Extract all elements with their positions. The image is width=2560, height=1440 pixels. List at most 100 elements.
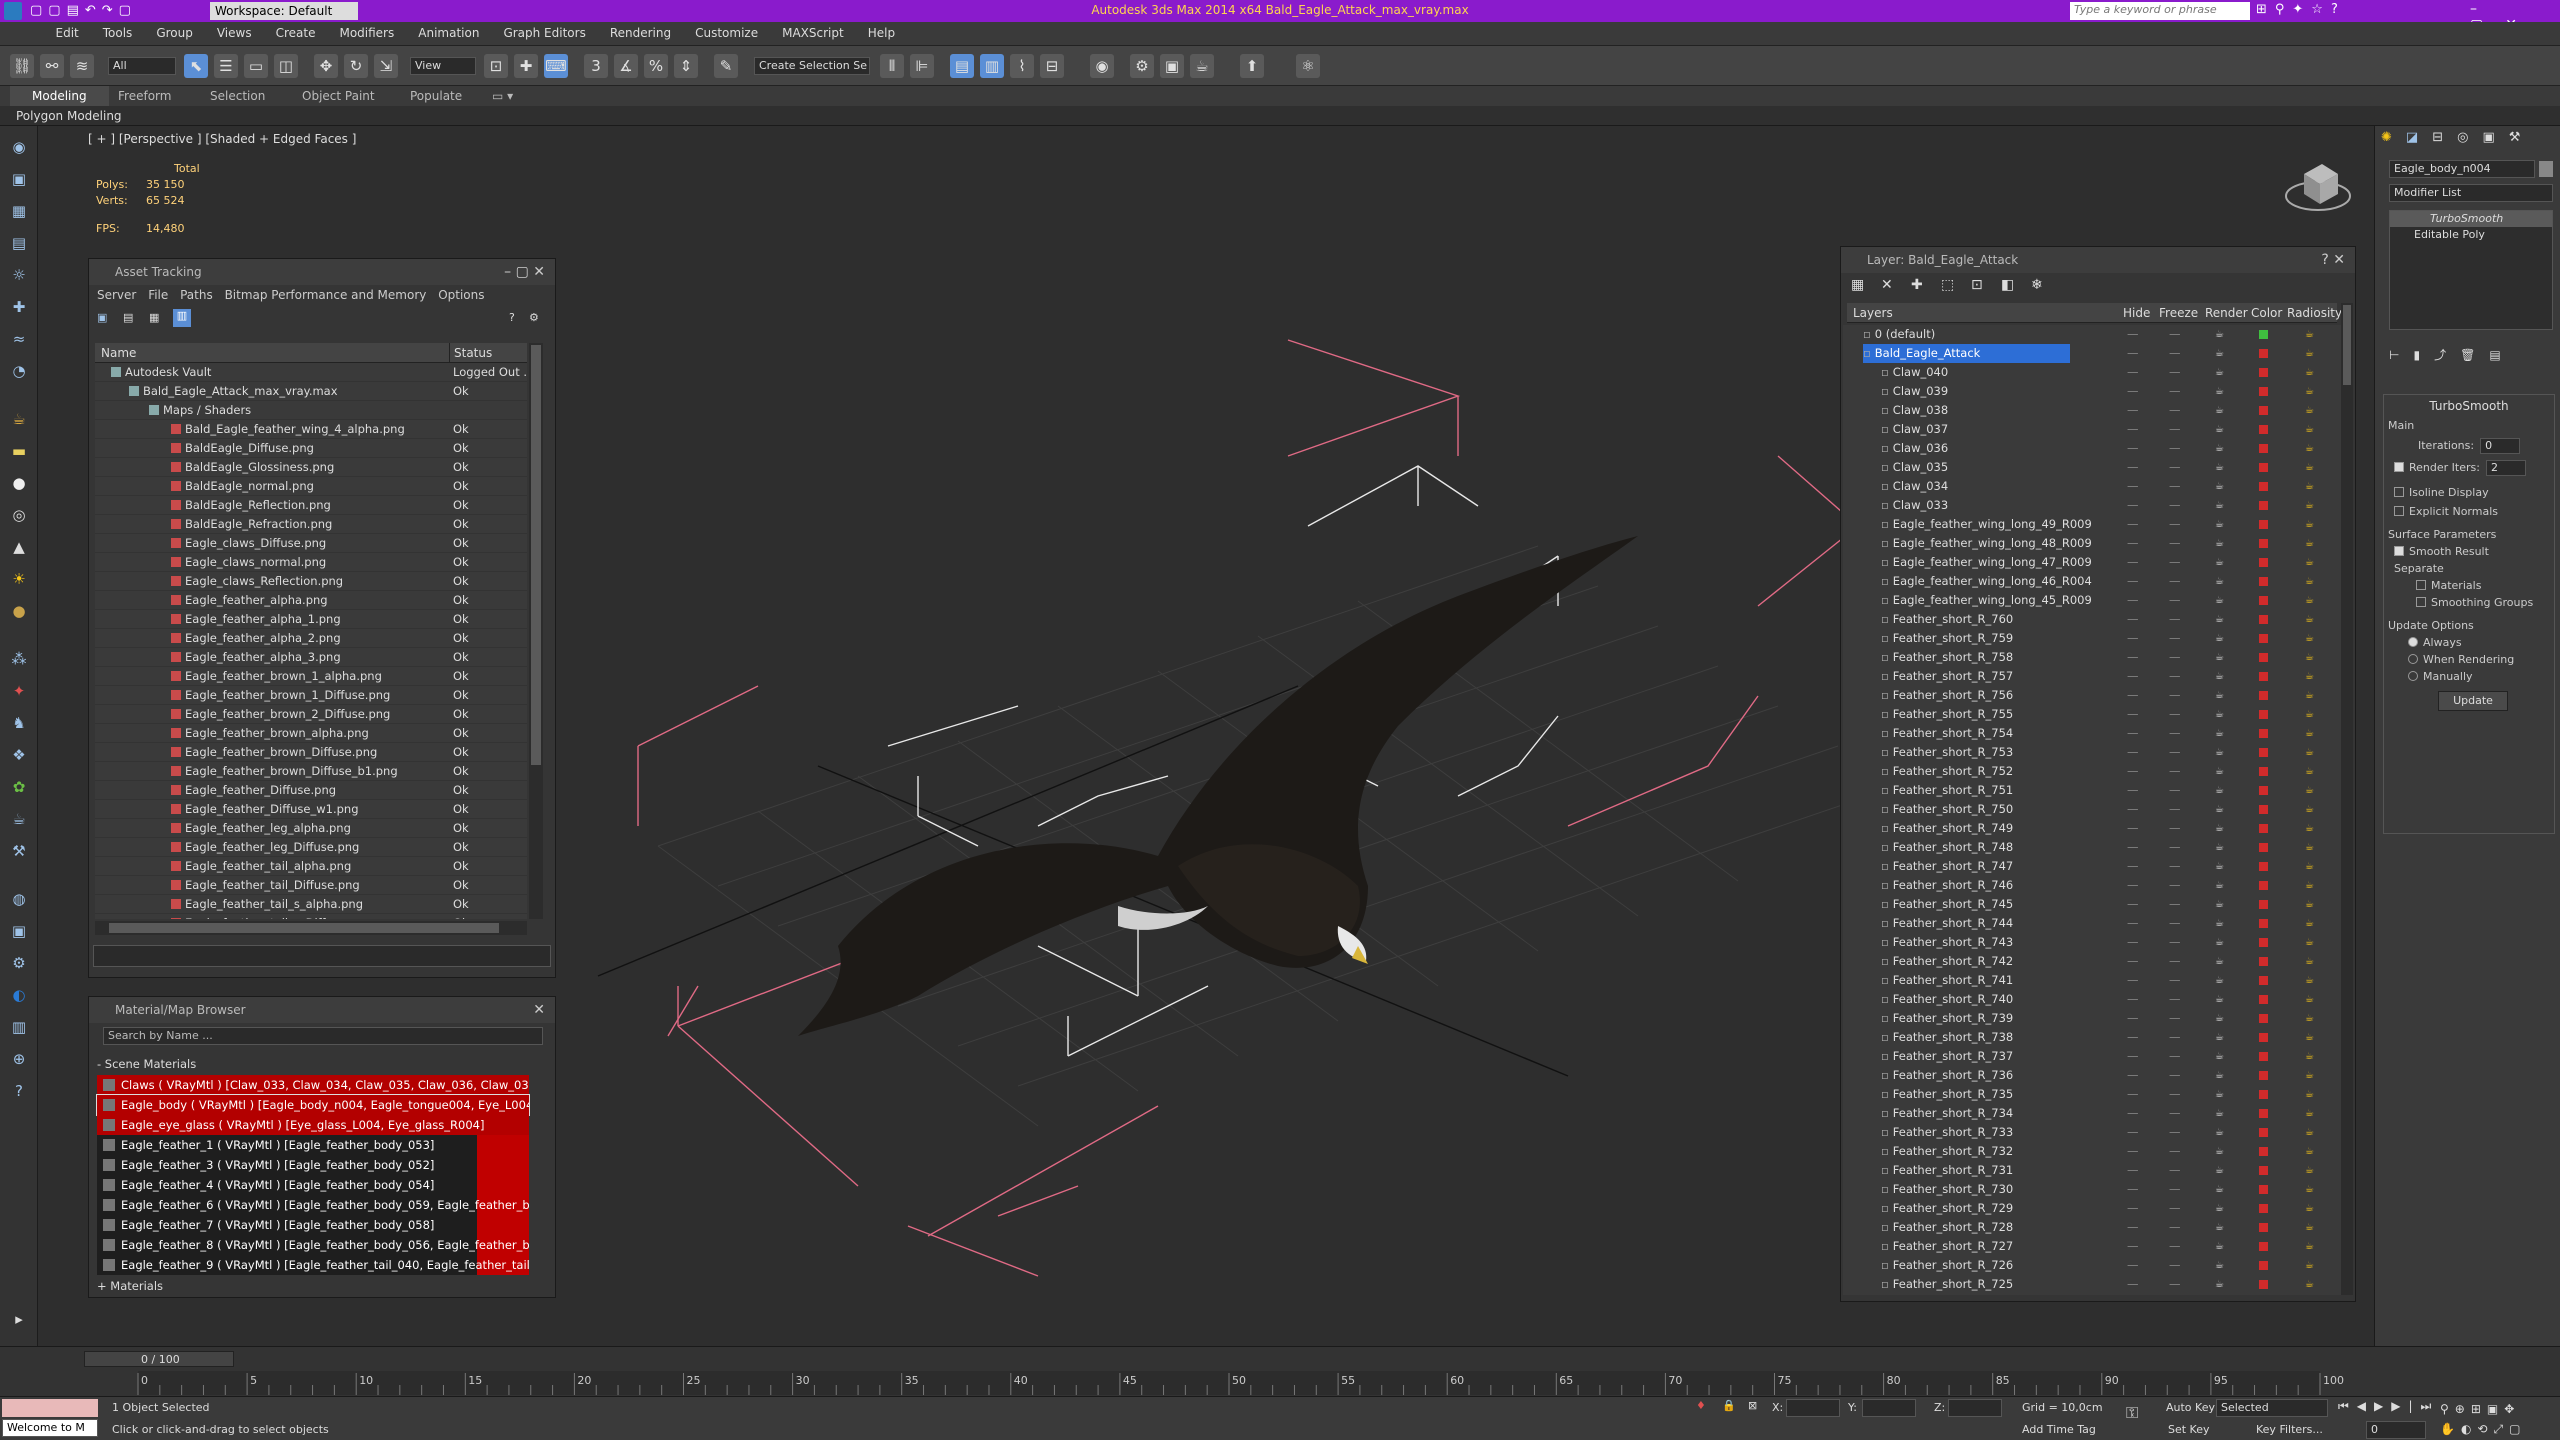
radiosity-teapot-icon[interactable]: ☕ xyxy=(2305,439,2314,458)
hide-toggle[interactable]: — xyxy=(2127,762,2139,781)
scene-materials-header[interactable]: - Scene Materials xyxy=(97,1057,196,1071)
asset-row[interactable]: Eagle_feather_brown_alpha.png Ok xyxy=(95,724,527,743)
angle-snap-icon[interactable]: ∡ xyxy=(614,54,638,78)
radiosity-teapot-icon[interactable]: ☕ xyxy=(2305,1047,2314,1066)
radiosity-teapot-icon[interactable]: ☕ xyxy=(2305,420,2314,439)
selection-filter-dropdown[interactable]: All xyxy=(108,57,176,75)
cone-icon[interactable]: ▲ xyxy=(6,534,32,560)
biped-icon[interactable]: ♞ xyxy=(6,710,32,736)
freeze-toggle[interactable]: — xyxy=(2169,1161,2181,1180)
render-teapot-icon[interactable]: ☕ xyxy=(2215,1009,2224,1028)
named-selection-dropdown[interactable]: Create Selection Se xyxy=(754,57,870,75)
freeze-toggle[interactable]: — xyxy=(2169,572,2181,591)
render-teapot-icon[interactable]: ☕ xyxy=(2215,933,2224,952)
radiosity-teapot-icon[interactable]: ☕ xyxy=(2305,1180,2314,1199)
utilities-icon[interactable]: ⚙ xyxy=(6,950,32,976)
menu-create[interactable]: Create xyxy=(264,22,328,44)
asset-path-field[interactable] xyxy=(93,945,551,967)
render-teapot-icon[interactable]: ☕ xyxy=(2215,686,2224,705)
asset-row[interactable]: Eagle_feather_alpha_3.png Ok xyxy=(95,648,527,667)
freeze-toggle[interactable]: — xyxy=(2169,1237,2181,1256)
freeze-toggle[interactable]: — xyxy=(2169,344,2181,363)
set-key-button[interactable]: Set Key xyxy=(2168,1423,2210,1436)
freeze-toggle[interactable]: — xyxy=(2169,762,2181,781)
modifier-list-dropdown[interactable]: Modifier List xyxy=(2389,184,2553,202)
layer-row[interactable]: ▫ Feather_short_R_725 — — ☕ ☕ xyxy=(1847,1275,2343,1294)
menu-modifiers[interactable]: Modifiers xyxy=(327,22,406,44)
radiosity-teapot-icon[interactable]: ☕ xyxy=(2305,914,2314,933)
freeze-toggle[interactable]: — xyxy=(2169,1123,2181,1142)
add-time-tag[interactable]: Add Time Tag xyxy=(2022,1423,2096,1436)
layer-row[interactable]: ▫ Feather_short_R_757 — — ☕ ☕ xyxy=(1847,667,2343,686)
menu-customize[interactable]: Customize xyxy=(683,22,770,44)
radiosity-teapot-icon[interactable]: ☕ xyxy=(2305,781,2314,800)
hide-toggle[interactable]: — xyxy=(2127,819,2139,838)
iterations-spinner[interactable]: 0 xyxy=(2480,438,2521,454)
layer-color-swatch[interactable] xyxy=(2259,710,2268,719)
curve-editor-icon[interactable]: ⌇ xyxy=(1010,54,1034,78)
layer-color-swatch[interactable] xyxy=(2259,558,2268,567)
hide-toggle[interactable]: — xyxy=(2127,534,2139,553)
layer-color-swatch[interactable] xyxy=(2259,957,2268,966)
render-teapot-icon[interactable]: ☕ xyxy=(2215,1180,2224,1199)
layer-row[interactable]: ▫ Feather_short_R_731 — — ☕ ☕ xyxy=(1847,1161,2343,1180)
freeze-toggle[interactable]: — xyxy=(2169,1066,2181,1085)
render-online-icon[interactable]: ⬆ xyxy=(1240,54,1264,78)
timeline-ruler[interactable]: 0 5 10 15 20 25 30 35 40 45 50 55 60 65 70 75 80 85 90 95 10… xyxy=(0,1371,2560,1397)
display-icon[interactable]: ▣ xyxy=(6,918,32,944)
freeze-toggle[interactable]: — xyxy=(2169,781,2181,800)
layer-color-swatch[interactable] xyxy=(2259,1280,2268,1289)
key-selection-dropdown[interactable]: Selected xyxy=(2216,1399,2328,1417)
hide-toggle[interactable]: — xyxy=(2127,629,2139,648)
col-name[interactable]: Name xyxy=(101,343,136,363)
freeze-all-icon[interactable]: ❄ xyxy=(2031,277,2043,293)
asset-row[interactable]: Eagle_feather_leg_Diffuse.png Ok xyxy=(95,838,527,857)
viewcube[interactable] xyxy=(2285,164,2351,211)
close-icon[interactable]: ✕ xyxy=(533,997,545,1023)
hide-toggle[interactable]: — xyxy=(2127,1275,2139,1294)
utilities-tab-icon[interactable]: ⚒ xyxy=(2509,130,2535,145)
freeze-toggle[interactable]: — xyxy=(2169,1009,2181,1028)
hide-toggle[interactable]: — xyxy=(2127,857,2139,876)
col-freeze[interactable]: Freeze xyxy=(2159,303,2198,323)
asset-row[interactable]: BaldEagle_normal.png Ok xyxy=(95,477,527,496)
layer-row[interactable]: ▫ Claw_039 — — ☕ ☕ xyxy=(1847,382,2343,401)
layer-row[interactable]: ▫ Feather_short_R_730 — — ☕ ☕ xyxy=(1847,1180,2343,1199)
hide-toggle[interactable]: — xyxy=(2127,895,2139,914)
radiosity-teapot-icon[interactable]: ☕ xyxy=(2305,1161,2314,1180)
object-name-field[interactable]: Eagle_body_n004 xyxy=(2389,160,2535,178)
hide-toggle[interactable]: — xyxy=(2127,1237,2139,1256)
key-icon[interactable]: ⚿ xyxy=(2126,1403,2138,1423)
render-teapot-icon[interactable]: ☕ xyxy=(2215,572,2224,591)
menu-rendering[interactable]: Rendering xyxy=(598,22,683,44)
freeze-toggle[interactable]: — xyxy=(2169,743,2181,762)
freeze-toggle[interactable]: — xyxy=(2169,534,2181,553)
y-coord-field[interactable] xyxy=(1862,1399,1916,1417)
render-teapot-icon[interactable]: ☕ xyxy=(2215,743,2224,762)
layer-row[interactable]: ▫ Eagle_feather_wing_long_46_R004 — — ☕ ☕ xyxy=(1847,572,2343,591)
render-teapot-icon[interactable]: ☕ xyxy=(2215,496,2224,515)
hierarchy-tab-icon[interactable]: ⊟ xyxy=(2432,130,2457,145)
freeze-toggle[interactable]: — xyxy=(2169,1142,2181,1161)
freeze-toggle[interactable]: — xyxy=(2169,439,2181,458)
hide-toggle[interactable]: — xyxy=(2127,1028,2139,1047)
z-coord-field[interactable] xyxy=(1948,1399,2002,1417)
freeze-toggle[interactable]: — xyxy=(2169,800,2181,819)
asset-menu-file[interactable]: File xyxy=(148,288,168,302)
layer-row[interactable]: ▫ Feather_short_R_743 — — ☕ ☕ xyxy=(1847,933,2343,952)
make-unique-icon[interactable]: ⤴ xyxy=(2434,348,2460,362)
material-item[interactable]: Eagle_feather_3 ( VRayMtl ) [Eagle_feath… xyxy=(97,1155,529,1175)
layer-row[interactable]: ▫ Feather_short_R_758 — — ☕ ☕ xyxy=(1847,648,2343,667)
hide-toggle[interactable]: — xyxy=(2127,648,2139,667)
radiosity-teapot-icon[interactable]: ☕ xyxy=(2305,1009,2314,1028)
layer-color-swatch[interactable] xyxy=(2259,1014,2268,1023)
isoline-checkbox[interactable] xyxy=(2394,487,2404,497)
render-teapot-icon[interactable]: ☕ xyxy=(2215,382,2224,401)
hide-toggle[interactable]: — xyxy=(2127,1180,2139,1199)
hide-toggle[interactable]: — xyxy=(2127,705,2139,724)
radiosity-teapot-icon[interactable]: ☕ xyxy=(2305,1218,2314,1237)
asset-row[interactable]: Eagle_feather_brown_Diffuse.png Ok xyxy=(95,743,527,762)
search-input[interactable]: Type a keyword or phrase xyxy=(2070,2,2250,20)
helpers-icon[interactable]: ✚ xyxy=(6,294,32,320)
pin-stack-icon[interactable]: ⊢ xyxy=(2389,348,2413,362)
